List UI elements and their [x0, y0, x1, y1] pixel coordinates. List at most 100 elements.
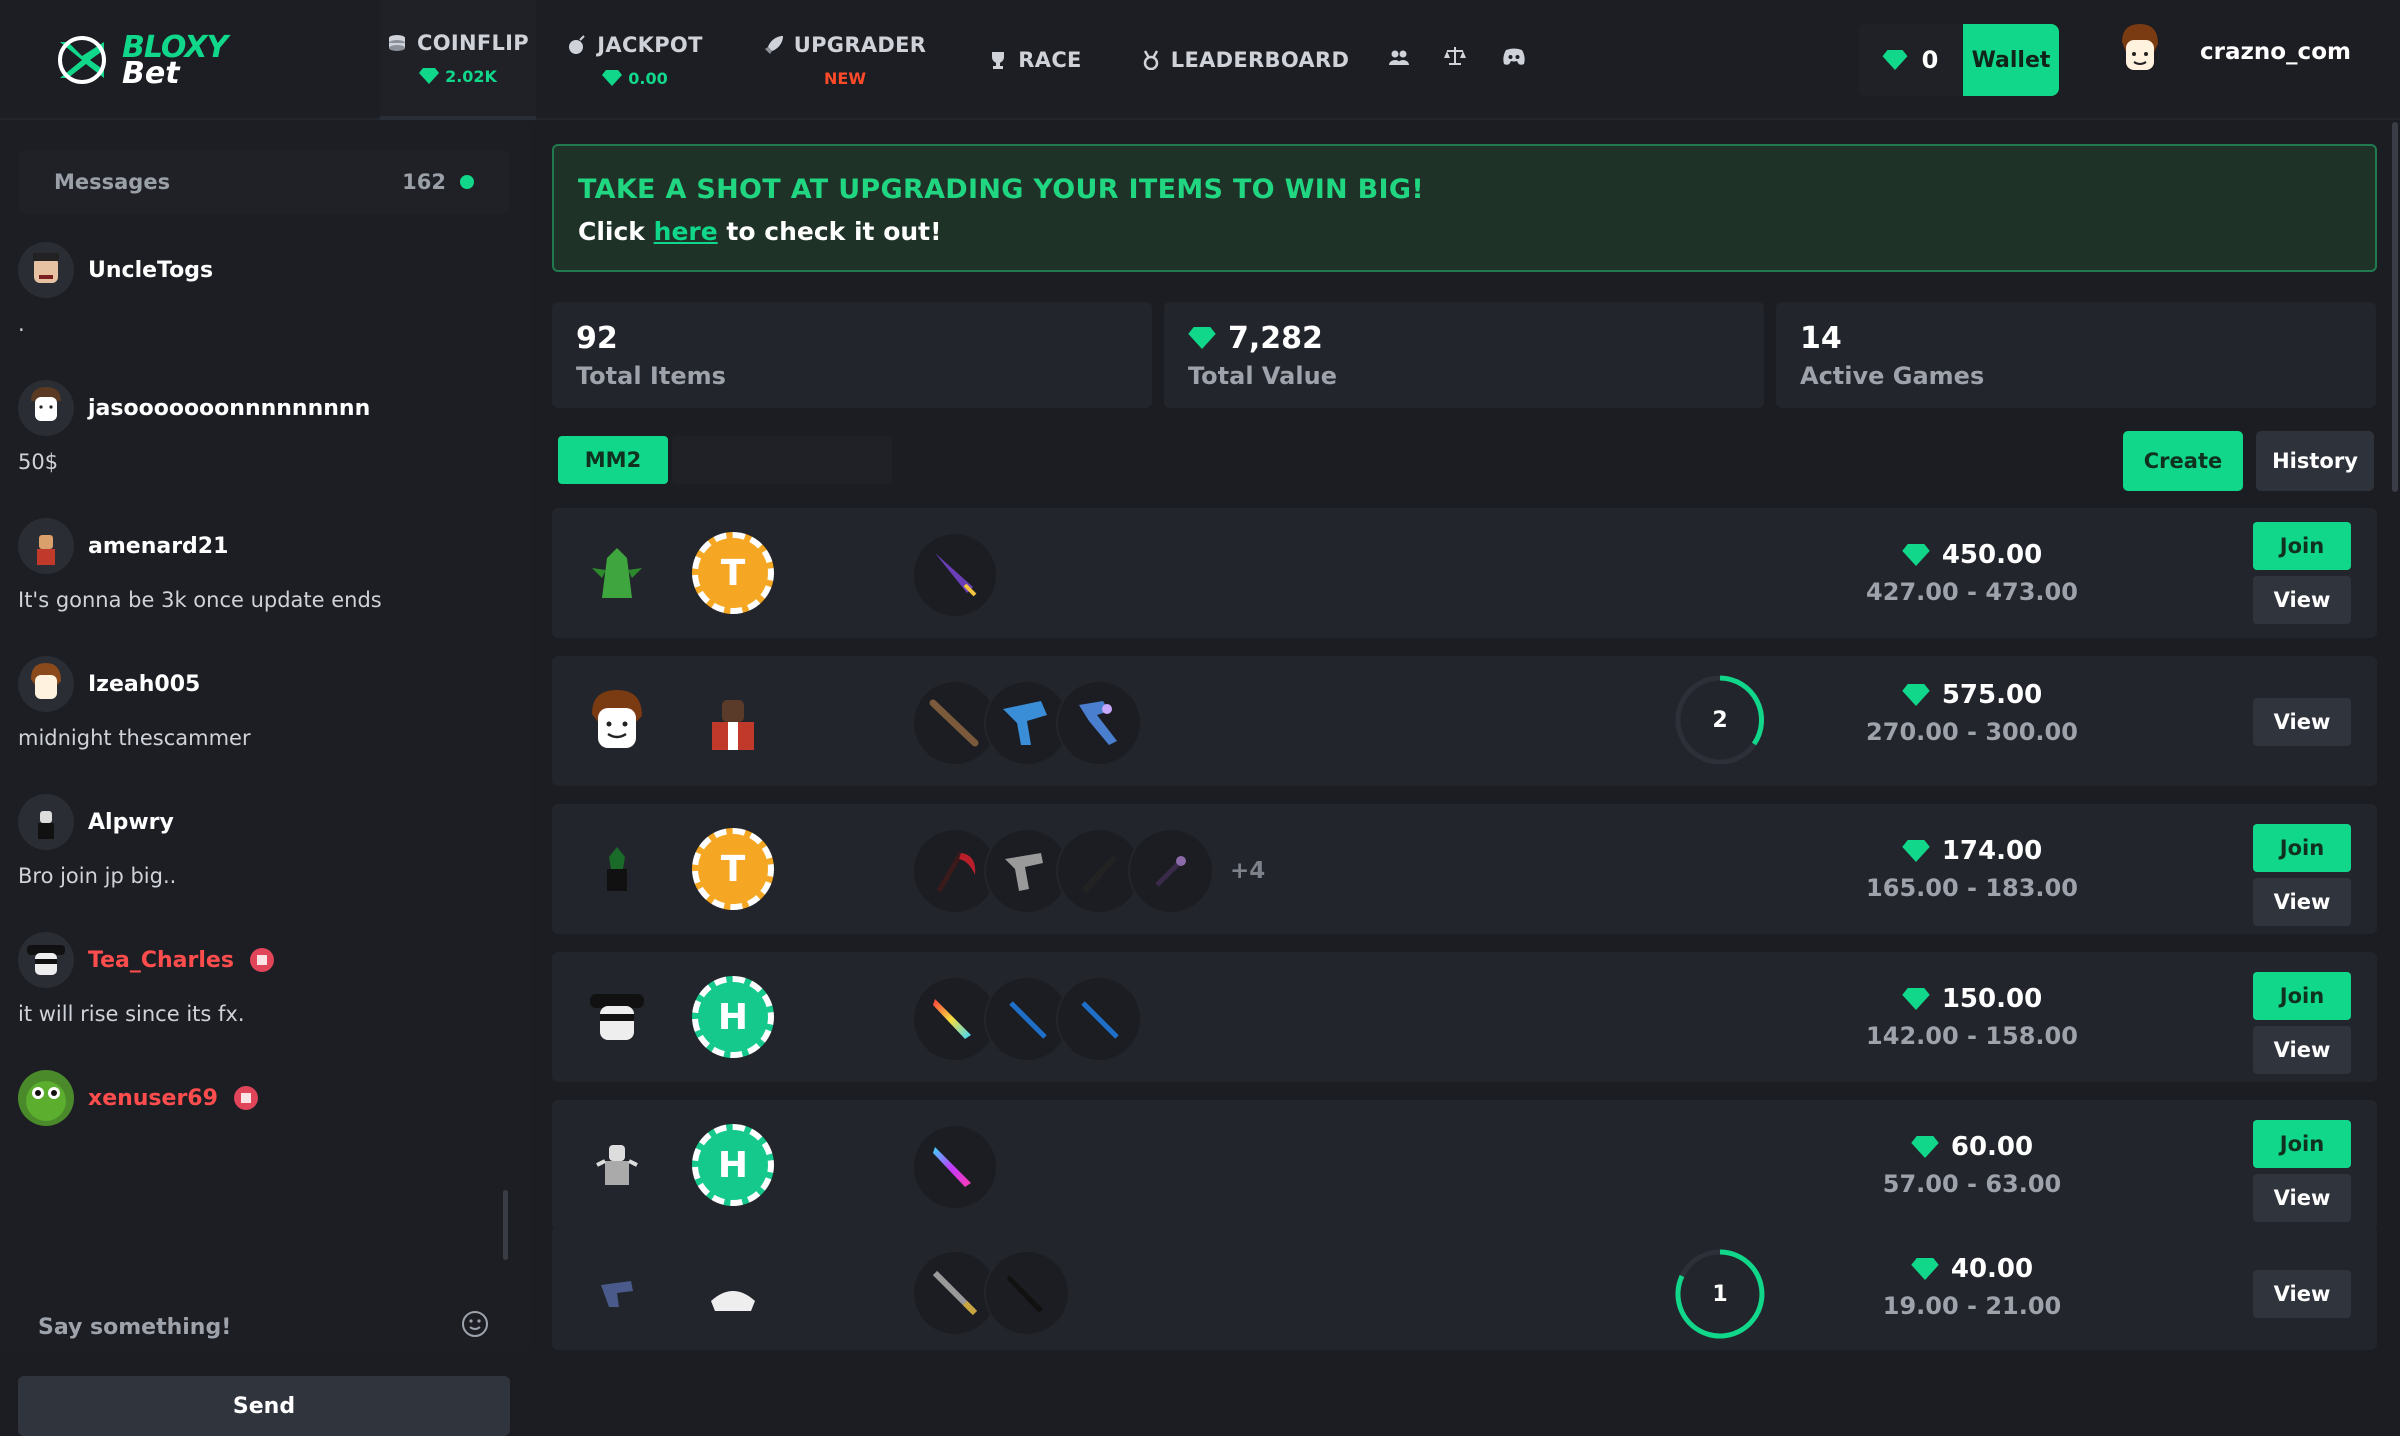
username: crazno_com [2200, 39, 2351, 65]
banner-pre: Click [578, 217, 645, 246]
coin-side-heads: H [692, 1124, 774, 1206]
balance-value: 0 [1921, 46, 1939, 74]
wallet-button[interactable]: Wallet [1963, 24, 2059, 96]
logo-icon [58, 36, 106, 84]
chat-message: amenard21 It's gonna be 3k once update e… [18, 518, 510, 612]
chat-message: Izeah005 midnight thescammer [18, 656, 510, 750]
coins-icon [387, 33, 407, 53]
join-button[interactable]: Join [2253, 972, 2351, 1020]
stat-value: 92 [576, 320, 618, 356]
tab-placeholder [672, 436, 892, 484]
item-thumb[interactable] [912, 1124, 998, 1210]
chat-username[interactable]: Izeah005 [88, 672, 200, 697]
chat-username[interactable]: Tea_Charles [88, 948, 234, 973]
page-scrollbar[interactable] [2392, 122, 2398, 492]
nav-jackpot-label: JACKPOT [597, 32, 703, 57]
main-content: TAKE A SHOT AT UPGRADING YOUR ITEMS TO W… [552, 122, 2378, 1350]
user-menu[interactable]: crazno_com [2110, 22, 2351, 82]
view-button[interactable]: View [2253, 698, 2351, 746]
game-price: 174.00 [1941, 836, 2043, 866]
game-value: 60.00 57.00 - 63.00 [1852, 1132, 2092, 1198]
item-thumb[interactable] [912, 532, 998, 618]
stat-active-games: 14 Active Games [1776, 302, 2376, 408]
item-thumb[interactable] [1128, 828, 1214, 914]
view-button[interactable]: View [2253, 1270, 2351, 1318]
chat-username[interactable]: Alpwry [88, 810, 174, 835]
nav-upgrader[interactable]: UPGRADER NEW [760, 0, 930, 120]
nav-jackpot[interactable]: JACKPOT 0.00 [560, 0, 710, 120]
chat-username[interactable]: amenard21 [88, 534, 228, 559]
game-range: 57.00 - 63.00 [1882, 1170, 2062, 1198]
player-avatar [576, 1250, 658, 1332]
gem-icon [419, 68, 440, 84]
create-button[interactable]: Create [2123, 431, 2243, 491]
nav-jackpot-value: 0.00 [628, 68, 668, 88]
item-list [912, 680, 1142, 766]
staff-badge-icon [249, 948, 274, 972]
nav-leaderboard[interactable]: LEADERBOARD [1140, 0, 1350, 120]
stat-label: Total Value [1188, 361, 1337, 390]
player-avatar [576, 680, 658, 762]
chat-text: 50$ [18, 450, 59, 474]
chat-scrollbar[interactable] [503, 1190, 508, 1260]
medal-icon [1141, 50, 1161, 70]
chat-input[interactable]: Say something! [18, 1287, 510, 1367]
avatar [18, 242, 74, 298]
view-button[interactable]: View [2253, 1026, 2351, 1074]
join-button[interactable]: Join [2253, 824, 2351, 872]
avatar [18, 518, 74, 574]
emoji-icon[interactable] [460, 1309, 490, 1345]
promo-banner: TAKE A SHOT AT UPGRADING YOUR ITEMS TO W… [552, 144, 2377, 272]
banner-post: to check it out! [726, 217, 942, 246]
item-thumb[interactable] [1056, 680, 1142, 766]
chat-username[interactable]: jasooooooonnnnnnnnn [88, 396, 370, 421]
history-button[interactable]: History [2256, 431, 2374, 491]
nav-coinflip[interactable]: COINFLIP 2.02K [380, 0, 536, 120]
more-items-count[interactable]: +4 [1230, 858, 1265, 884]
rocket-icon [764, 35, 784, 55]
game-row: H 150.00 142.00 - 158.00 Join View [552, 952, 2377, 1082]
coin-side-tails: T [692, 532, 774, 614]
scale-icon[interactable] [1444, 46, 1466, 70]
view-button[interactable]: View [2253, 576, 2351, 624]
chat-messages[interactable]: UncleTogs . jasooooooonnnnnnnnn 50$ amen… [18, 232, 510, 1272]
item-list [912, 1250, 1070, 1336]
trophy-icon [988, 50, 1008, 70]
game-price: 450.00 [1941, 540, 2043, 570]
game-value: 575.00 270.00 - 300.00 [1852, 680, 2092, 746]
countdown-timer: 1 [1672, 1246, 1768, 1342]
item-thumb[interactable] [984, 1250, 1070, 1336]
balance-display: 0 [1858, 24, 1962, 96]
game-price: 150.00 [1941, 984, 2043, 1014]
bomb-icon [567, 34, 587, 55]
discord-icon[interactable] [1502, 48, 1526, 70]
send-button[interactable]: Send [18, 1376, 510, 1436]
chat-username[interactable]: UncleTogs [88, 258, 213, 283]
gem-icon [1902, 988, 1930, 1010]
item-list [912, 1124, 998, 1210]
view-button[interactable]: View [2253, 1174, 2351, 1222]
online-count: 162 [402, 170, 446, 194]
gem-icon [1902, 544, 1930, 566]
nav-race[interactable]: RACE [980, 0, 1090, 120]
countdown-value: 2 [1712, 707, 1728, 733]
item-thumb[interactable] [1056, 976, 1142, 1062]
logo[interactable]: BLOXY Bet [54, 30, 244, 91]
chat-message: xenuser69 [18, 1070, 510, 1140]
game-value: 150.00 142.00 - 158.00 [1852, 984, 2092, 1050]
join-button[interactable]: Join [2253, 522, 2351, 570]
game-value: 40.00 19.00 - 21.00 [1852, 1254, 2092, 1320]
users-icon[interactable] [1388, 48, 1410, 72]
chat-header: Messages 162 [18, 150, 510, 214]
stat-value: 7,282 [1228, 320, 1323, 356]
join-button[interactable]: Join [2253, 1120, 2351, 1168]
game-row: T 450.00 427.00 - 473.00 Join View [552, 508, 2377, 638]
chat-username[interactable]: xenuser69 [88, 1086, 218, 1111]
tab-mm2[interactable]: MM2 [558, 436, 668, 484]
chat-message: Alpwry Bro join jp big.. [18, 794, 510, 888]
avatar [2110, 22, 2170, 82]
game-row: 2 575.00 270.00 - 300.00 View [552, 656, 2377, 786]
view-button[interactable]: View [2253, 878, 2351, 926]
banner-link[interactable]: here [654, 217, 718, 246]
top-bar: BLOXY Bet COINFLIP 2.02K JACKPOT 0.00 UP… [0, 0, 2400, 120]
